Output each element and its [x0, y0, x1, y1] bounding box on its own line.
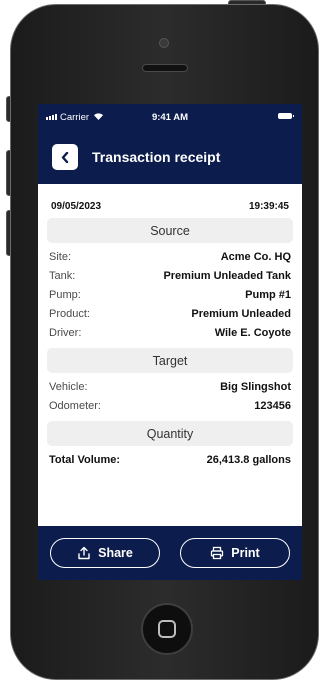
- field-value: 26,413.8 gallons: [206, 453, 291, 466]
- status-time: 9:41 AM: [151, 111, 189, 123]
- battery-icon: [278, 113, 294, 119]
- chevron-left-icon: [61, 151, 69, 163]
- field-odometer: Odometer: 123456: [47, 396, 293, 415]
- field-tank: Tank: Premium Unleaded Tank: [47, 266, 293, 285]
- field-label: Tank:: [49, 269, 76, 282]
- section-header-source: Source: [47, 218, 293, 243]
- home-square-icon: [158, 620, 176, 638]
- field-value: Premium Unleaded: [191, 307, 291, 320]
- field-label: Driver:: [49, 326, 82, 339]
- field-value: 123456: [254, 399, 291, 412]
- field-driver: Driver: Wile E. Coyote: [47, 323, 293, 342]
- nav-bar: Transaction receipt: [38, 130, 302, 184]
- field-label: Total Volume:: [49, 453, 121, 466]
- field-value: Premium Unleaded Tank: [163, 269, 291, 282]
- print-button[interactable]: Print: [180, 538, 290, 568]
- field-label: Product:: [49, 307, 90, 320]
- field-label: Vehicle:: [49, 380, 88, 393]
- share-button[interactable]: Share: [50, 538, 160, 568]
- receipt-content[interactable]: 09/05/2023 19:39:45 Source Site: Acme Co…: [38, 184, 302, 526]
- field-value: Acme Co. HQ: [220, 250, 291, 263]
- front-camera: [159, 38, 169, 48]
- action-bar: Share Print: [38, 526, 302, 580]
- status-bar: Carrier 9:41 AM: [38, 104, 302, 130]
- field-pump: Pump: Pump #1: [47, 285, 293, 304]
- app-screen: Carrier 9:41 AM Transaction receipt 09/0…: [38, 104, 302, 580]
- section-header-target: Target: [47, 348, 293, 373]
- earpiece-speaker: [142, 64, 188, 72]
- field-label: Site:: [49, 250, 72, 263]
- field-value: Big Slingshot: [220, 380, 291, 393]
- section-header-quantity: Quantity: [47, 421, 293, 446]
- field-product: Product: Premium Unleaded: [47, 304, 293, 323]
- printer-icon: [211, 546, 224, 560]
- receipt-date: 09/05/2023: [51, 200, 102, 212]
- field-site: Site: Acme Co. HQ: [47, 247, 293, 266]
- print-label: Print: [231, 546, 260, 560]
- field-value: Pump #1: [245, 288, 291, 301]
- field-label: Pump:: [49, 288, 81, 301]
- field-total-volume: Total Volume: 26,413.8 gallons: [47, 450, 293, 469]
- field-label: Odometer:: [49, 399, 101, 412]
- field-vehicle: Vehicle: Big Slingshot: [47, 377, 293, 396]
- share-label: Share: [98, 546, 133, 560]
- page-title: Transaction receipt: [92, 149, 221, 165]
- field-value: Wile E. Coyote: [214, 326, 291, 339]
- share-icon: [78, 546, 90, 560]
- receipt-time: 19:39:45: [248, 200, 289, 212]
- back-button[interactable]: [52, 144, 78, 170]
